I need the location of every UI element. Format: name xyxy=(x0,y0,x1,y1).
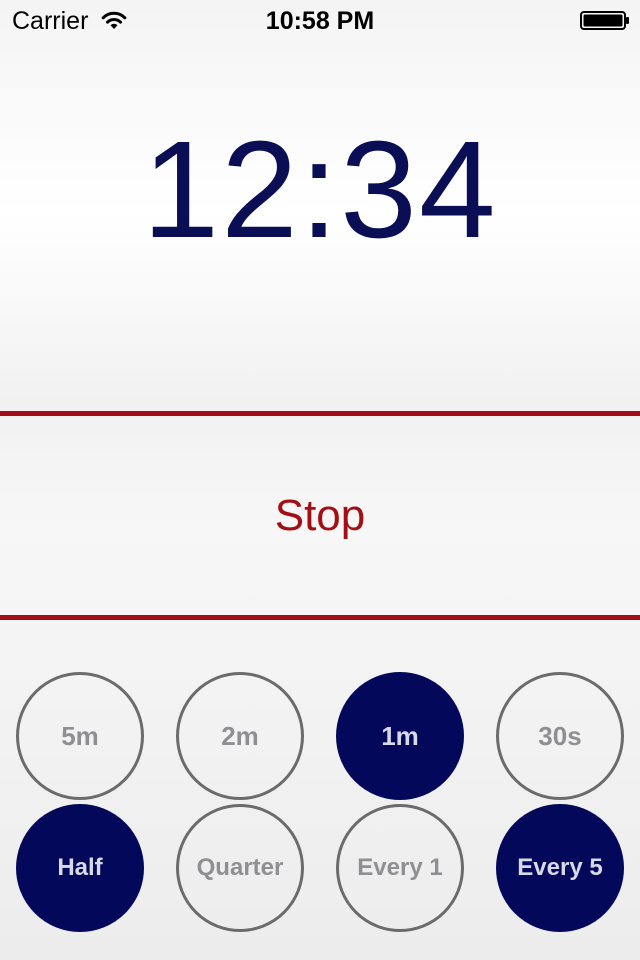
interval-button-5m[interactable]: 5m xyxy=(16,672,144,800)
interval-button-half[interactable]: Half xyxy=(16,804,144,932)
interval-button-quarter[interactable]: Quarter xyxy=(176,804,304,932)
interval-button-every-1[interactable]: Every 1 xyxy=(336,804,464,932)
interval-button-2m[interactable]: 2m xyxy=(176,672,304,800)
interval-button-30s[interactable]: 30s xyxy=(496,672,624,800)
interval-button-every-5[interactable]: Every 5 xyxy=(496,804,624,932)
interval-grid: 5m 2m 1m 30s Half Quarter Every 1 Every … xyxy=(0,0,640,960)
interval-button-1m[interactable]: 1m xyxy=(336,672,464,800)
